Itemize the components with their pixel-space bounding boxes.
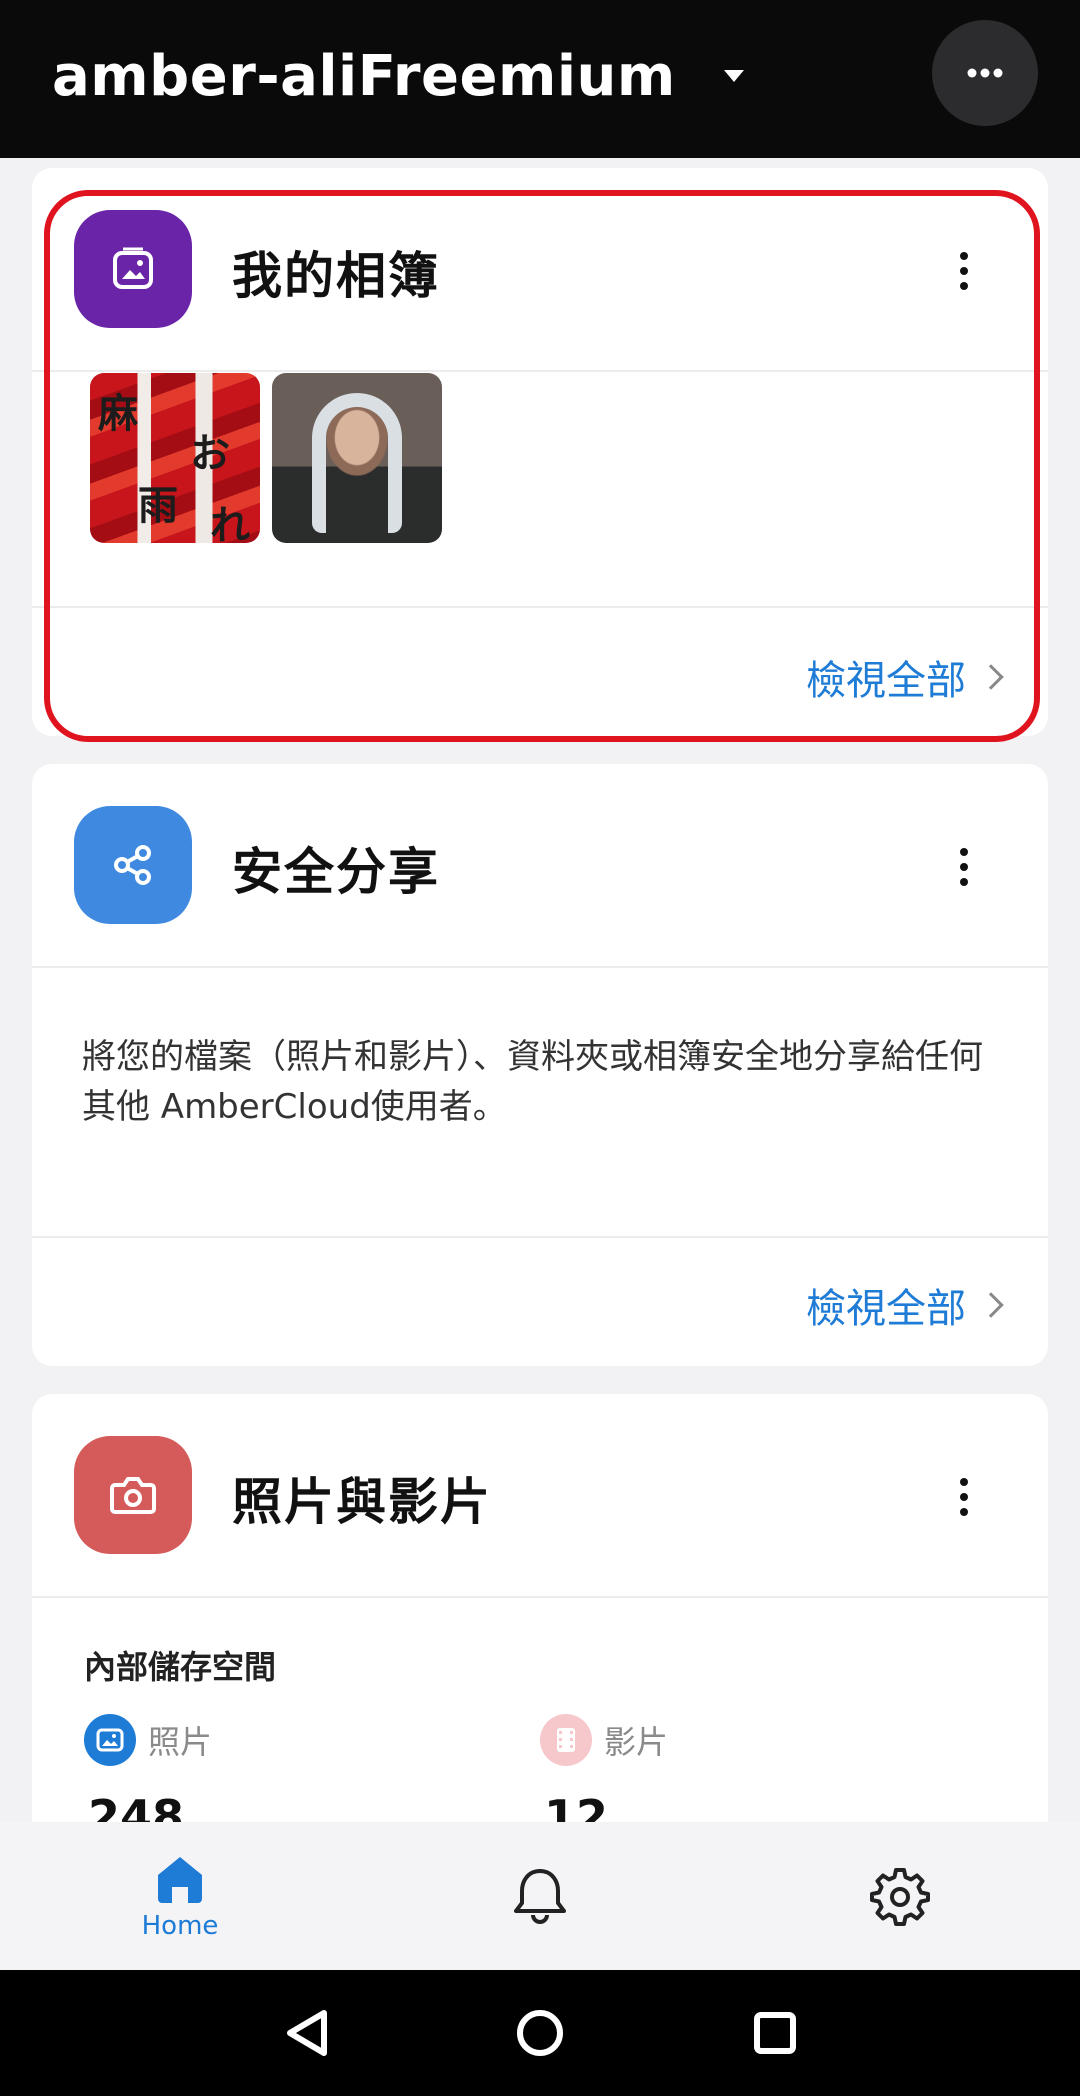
home-icon xyxy=(158,1857,202,1903)
nav-notifications[interactable] xyxy=(440,1822,640,1970)
recents-button[interactable] xyxy=(740,1998,810,2068)
share-title: 安全分享 xyxy=(232,843,440,901)
storage-label: 內部儲存空間 xyxy=(84,1648,277,1686)
film-icon xyxy=(540,1714,592,1766)
system-navigation-bar xyxy=(0,1970,1080,2096)
videos-label: 影片 xyxy=(604,1723,669,1761)
caret-down-icon xyxy=(723,70,744,82)
ellipsis-icon xyxy=(967,68,1003,78)
photos-videos-card: 照片與影片 內部儲存空間 照片 248 影片 12 xyxy=(32,1394,1048,1874)
share-menu-button[interactable] xyxy=(944,832,984,902)
account-name: amber-aliFreemium xyxy=(52,43,676,109)
divider xyxy=(32,1236,1048,1238)
media-menu-button[interactable] xyxy=(944,1462,984,1532)
photos-stat[interactable]: 照片 xyxy=(84,1714,212,1766)
nav-settings[interactable] xyxy=(800,1822,1000,1970)
chevron-right-icon xyxy=(978,1292,1004,1318)
home-system-button[interactable] xyxy=(505,1998,575,2068)
back-button[interactable] xyxy=(272,1998,342,2068)
share-card-header[interactable]: 安全分享 xyxy=(32,764,1048,968)
image-icon xyxy=(84,1714,136,1766)
divider xyxy=(32,1596,1048,1598)
back-triangle-icon xyxy=(287,2010,327,2056)
screen: amber-aliFreemium 我的相簿 檢視全部 麻 お 雨 れ 安全分享… xyxy=(0,0,1080,2096)
top-app-bar: amber-aliFreemium xyxy=(0,0,1080,158)
nav-home[interactable]: Home xyxy=(80,1822,280,1970)
videos-stat[interactable]: 影片 xyxy=(540,1714,668,1766)
gear-icon xyxy=(870,1868,930,1926)
camera-icon xyxy=(74,1436,192,1554)
media-title: 照片與影片 xyxy=(232,1473,492,1531)
secure-share-card: 安全分享 將您的檔案（照片和影片）、資料夾或相簿安全地分享給任何其他 Amber… xyxy=(32,764,1048,1366)
more-options-button[interactable] xyxy=(932,20,1038,126)
bottom-navigation: Home xyxy=(0,1822,1080,1970)
square-icon xyxy=(754,2012,796,2054)
share-description: 將您的檔案（照片和影片）、資料夾或相簿安全地分享給任何其他 AmberCloud… xyxy=(82,1037,983,1127)
divider xyxy=(32,966,1048,968)
share-icon xyxy=(74,806,192,924)
nav-home-label: Home xyxy=(141,1911,219,1941)
media-card-header[interactable]: 照片與影片 xyxy=(32,1394,1048,1598)
photos-label: 照片 xyxy=(148,1723,213,1761)
account-switcher[interactable]: amber-aliFreemium xyxy=(52,36,744,116)
highlight-outline xyxy=(44,190,1040,742)
bell-icon xyxy=(514,1869,566,1924)
view-all-label: 檢視全部 xyxy=(806,1286,966,1332)
circle-icon xyxy=(517,2010,563,2056)
share-view-all-link[interactable]: 檢視全部 xyxy=(806,1276,1004,1334)
